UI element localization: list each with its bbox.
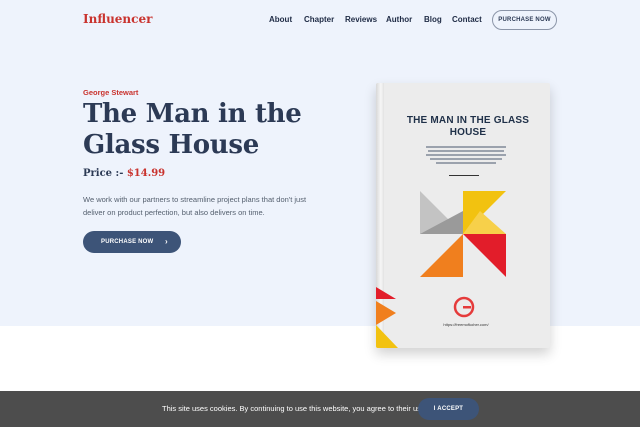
cookie-accept-button[interactable]: I ACCEPT xyxy=(418,398,479,420)
chevron-right-icon: › xyxy=(165,237,168,246)
price-label: Price :- xyxy=(83,168,127,179)
price-row: Price :- $14.99 xyxy=(83,168,165,179)
nav-link-chapter[interactable]: Chapter xyxy=(304,15,334,24)
book-cover-rule xyxy=(449,175,479,176)
nav-link-author[interactable]: Author xyxy=(386,15,412,24)
price-value: $14.99 xyxy=(126,168,166,179)
nav-link-about[interactable]: About xyxy=(269,15,292,24)
book-cover-image: THE MAN IN THE GLASS HOUSE https://freem… xyxy=(376,83,550,348)
book-author: George Stewart xyxy=(83,88,139,97)
nav-link-reviews[interactable]: Reviews xyxy=(345,15,377,24)
book-description: We work with our partners to streamline … xyxy=(83,195,307,217)
hero-purchase-button[interactable]: PURCHASE NOW › xyxy=(83,231,181,253)
book-cover-url: https://freemofkoher.com/ xyxy=(443,322,489,327)
book-cover-title: THE MAN IN THE GLASS HOUSE xyxy=(406,115,530,138)
book-title: The Man in the Glass House xyxy=(83,99,302,160)
publisher-logo-icon xyxy=(453,296,475,318)
nav-purchase-button[interactable]: PURCHASE NOW xyxy=(492,10,557,30)
corner-shapes-graphic xyxy=(376,287,398,348)
cookie-banner: This site uses cookies. By continuing to… xyxy=(0,391,640,427)
nav-link-blog[interactable]: Blog xyxy=(424,15,442,24)
pinwheel-graphic xyxy=(420,191,506,277)
nav-link-contact[interactable]: Contact xyxy=(452,15,482,24)
site-logo[interactable]: Influencer xyxy=(83,12,152,26)
hero-purchase-label: PURCHASE NOW xyxy=(101,239,154,245)
cookie-message: This site uses cookies. By continuing to… xyxy=(162,404,428,413)
book-cover-blurb xyxy=(426,146,506,166)
